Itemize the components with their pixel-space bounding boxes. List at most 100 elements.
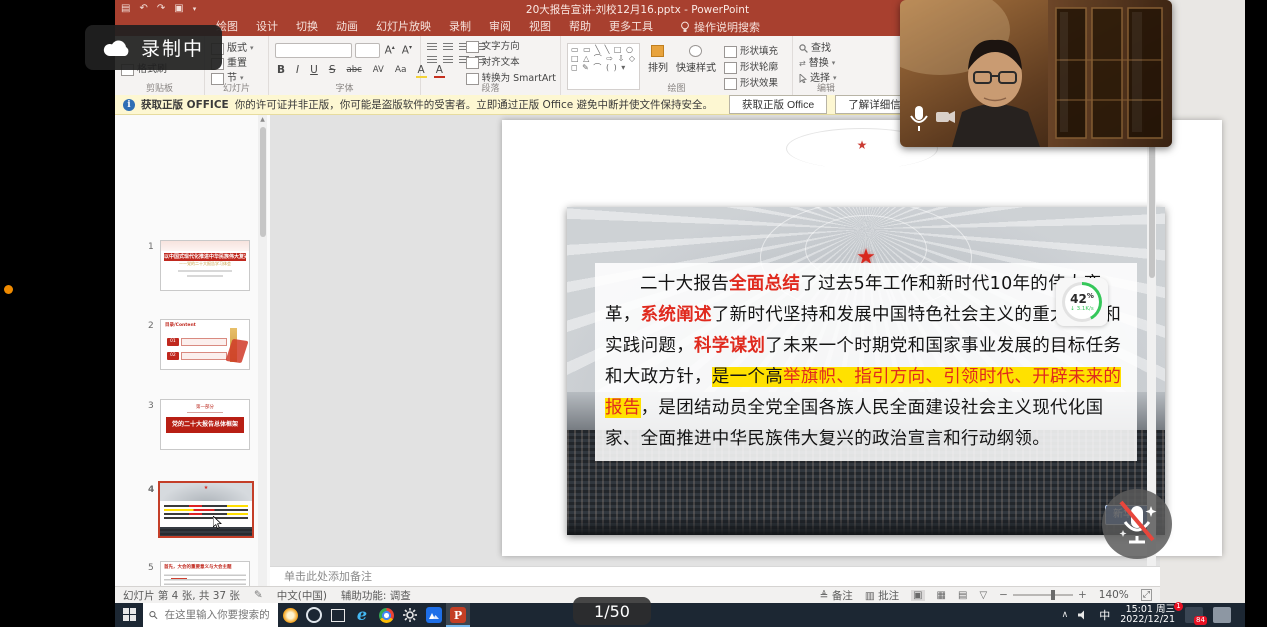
find-button[interactable]: 查找 — [799, 42, 853, 55]
presenter-webcam-video[interactable] — [900, 0, 1172, 147]
find-icon — [799, 44, 808, 53]
thumbnail-scrollbar[interactable]: ▲ — [258, 115, 267, 586]
align-left-icon[interactable] — [427, 56, 437, 65]
clock-badge: 1 — [1174, 602, 1183, 611]
license-warning-title: 获取正版 OFFICE — [141, 97, 229, 112]
notes-toggle-button[interactable]: ≜ 备注 — [820, 588, 853, 603]
reading-view-icon[interactable]: ▤ — [958, 590, 967, 601]
slide-thumbnail-2[interactable]: 目录/Content 01 02 — [160, 319, 250, 370]
zoom-level[interactable]: 140% — [1099, 589, 1129, 601]
settings-gear-icon[interactable] — [398, 603, 422, 627]
spellcheck-icon[interactable]: ✎ — [254, 589, 263, 601]
drawing-group: ▭ ▭ ╲ ╲ □ ○□ △ ⌒ ⇨ ⇩ ◇◻ ✎ ⌒ ( ) ▾ 排列 快速样… — [561, 36, 793, 95]
congress-hall-photo[interactable]: ★ 二十大报告全面总结了过去5年工作和新时代10年的伟大变革，系统阐述了新时代坚… — [567, 207, 1165, 535]
bookshelf — [1048, 0, 1172, 147]
font-group: A▴ A▾ B I U S abc AV Aa A A 字体 — [269, 36, 421, 95]
tab-transitions[interactable]: 切换 — [287, 18, 327, 36]
edge-browser-icon[interactable]: e — [350, 603, 374, 627]
taskbar-search-box[interactable] — [143, 603, 278, 627]
replace-button[interactable]: ⇄ 替换 ▾ — [799, 57, 853, 70]
underline-button[interactable]: U — [308, 64, 320, 76]
tray-hidden-icons[interactable]: ∧ — [1062, 610, 1069, 620]
slide-thumbnail-1[interactable]: 以中国式现代化推进中华民族伟大复兴 ——党的二十大报告学习体会 — [160, 240, 250, 291]
cortana-icon[interactable] — [302, 603, 326, 627]
weather-widget-icon[interactable] — [278, 603, 302, 627]
font-size-box[interactable] — [355, 43, 380, 58]
language-indicator[interactable]: 中文(中国) — [277, 588, 327, 603]
align-center-icon[interactable] — [443, 56, 453, 65]
slide-canvas[interactable]: ★ ★ 二十大报告全面总结了过去5年工作和新时代10年的伟大变革，系统阐述了新时… — [502, 120, 1222, 556]
tab-view[interactable]: 视图 — [520, 18, 560, 36]
comments-toggle-button[interactable]: ▥ 批注 — [865, 588, 899, 603]
tray-app-icon[interactable] — [1213, 607, 1231, 623]
tab-animations[interactable]: 动画 — [327, 18, 367, 36]
clear-formatting-button[interactable]: abc — [344, 65, 363, 75]
shrink-font-button[interactable]: A▾ — [400, 44, 414, 57]
get-genuine-office-button[interactable]: 获取正版 Office — [729, 95, 827, 114]
page-indicator: 1/50 — [573, 597, 651, 625]
slide-thumbnail-3[interactable]: 第一部分 党的二十大报告总体框架 — [160, 399, 250, 450]
slide-paragraph: 二十大报告全面总结了过去5年工作和新时代10年的伟大变革，系统阐述了新时代坚持和… — [605, 269, 1127, 455]
shape-fill-button[interactable]: 形状填充 — [724, 45, 778, 58]
start-button[interactable] — [115, 606, 143, 625]
scroll-up-icon[interactable]: ▲ — [258, 115, 267, 125]
phonetic-guide-button[interactable]: AV — [371, 65, 386, 75]
slide-editor-area: ★ ★ 二十大报告全面总结了过去5年工作和新时代10年的伟大变革，系统阐述了新时… — [270, 115, 1160, 566]
tab-review[interactable]: 审阅 — [480, 18, 520, 36]
meeting-app-icon[interactable] — [422, 603, 446, 627]
text-segment: ，是团结动员全党全国各族人民全面建设社会主义现代化国家、全面推进中华民族伟大复兴… — [605, 398, 1103, 449]
info-icon: i — [123, 99, 135, 111]
volume-icon[interactable] — [1078, 610, 1089, 620]
search-input[interactable] — [163, 608, 272, 622]
thumb3-kicker: 第一部分 — [161, 404, 249, 411]
zoom-slider[interactable]: − + — [999, 589, 1087, 601]
tab-design[interactable]: 设计 — [247, 18, 287, 36]
strikethrough-button[interactable]: S — [327, 64, 338, 76]
numbering-icon[interactable] — [443, 43, 453, 52]
font-name-box[interactable] — [275, 43, 352, 58]
thumb5-title: 首先，大会的重要意义与大会主题 — [161, 562, 249, 571]
taskbar-clock[interactable]: 1 15:01 周三 2022/12/21 — [1120, 605, 1175, 626]
notes-pane[interactable]: 单击此处添加备注 — [270, 566, 1160, 586]
slideshow-icon[interactable]: ▽ — [979, 590, 987, 601]
muted-mic-icon — [1115, 500, 1159, 548]
change-case-button[interactable]: Aa — [393, 65, 409, 75]
slide-thumbnail-4-selected[interactable]: ★ — [158, 481, 254, 538]
normal-view-icon[interactable]: ▣ — [911, 590, 924, 601]
task-view-icon[interactable] — [326, 603, 350, 627]
powerpoint-taskbar-icon[interactable]: P — [446, 603, 470, 627]
slide-counter: 幻灯片 第 4 张, 共 37 张 — [123, 588, 240, 603]
align-text-button[interactable]: 对齐文本 — [466, 56, 556, 69]
zoom-knob[interactable] — [1051, 590, 1055, 600]
shape-outline-button[interactable]: 形状轮廓 — [724, 61, 778, 74]
microphone-muted-button[interactable] — [1102, 489, 1172, 559]
italic-button[interactable]: I — [294, 64, 301, 76]
slide-sorter-icon[interactable]: ▦ — [937, 590, 946, 601]
clock-time: 15:01 周三 — [1126, 604, 1175, 615]
clock-date: 2022/12/21 — [1120, 614, 1175, 625]
chrome-icon[interactable] — [374, 603, 398, 627]
bullets-icon[interactable] — [427, 43, 437, 52]
tab-help[interactable]: 帮助 — [560, 18, 600, 36]
thumb1-subtitle: ——党的二十大报告学习体会 — [161, 261, 249, 267]
tell-me-search[interactable]: 操作说明搜索 — [680, 19, 760, 35]
fit-slide-icon[interactable]: ⤢ — [1141, 589, 1152, 601]
annotation-dot[interactable] — [4, 285, 13, 294]
screen-capture: ▤ ↶ ↷ ▣ ▾ 20大报告宣讲-刘校12月16.pptx - PowerPo… — [0, 0, 1267, 627]
zoom-in-icon[interactable]: + — [1078, 589, 1087, 601]
zoom-out-icon[interactable]: − — [999, 589, 1008, 601]
text-direction-button[interactable]: 文字方向 — [466, 40, 556, 53]
bold-button[interactable]: B — [275, 64, 287, 76]
accessibility-status[interactable]: 辅助功能: 调查 — [341, 588, 411, 603]
ime-indicator[interactable]: 中 — [1099, 607, 1110, 623]
camera-icon — [936, 111, 955, 123]
performance-widget[interactable]: 42% ↓ 3.1K/s — [1056, 278, 1108, 326]
tab-slideshow[interactable]: 幻灯片放映 — [367, 18, 440, 36]
notification-center-icon[interactable]: 84 — [1185, 607, 1203, 623]
grow-font-button[interactable]: A▴ — [383, 44, 397, 57]
tab-record[interactable]: 录制 — [440, 18, 480, 36]
recording-label: 录制中 — [141, 34, 204, 61]
editing-group: 查找 ⇄ 替换 ▾ 选择 ▾ — [793, 36, 859, 95]
tab-more-tools[interactable]: 更多工具 — [600, 18, 662, 36]
search-icon — [149, 610, 158, 620]
